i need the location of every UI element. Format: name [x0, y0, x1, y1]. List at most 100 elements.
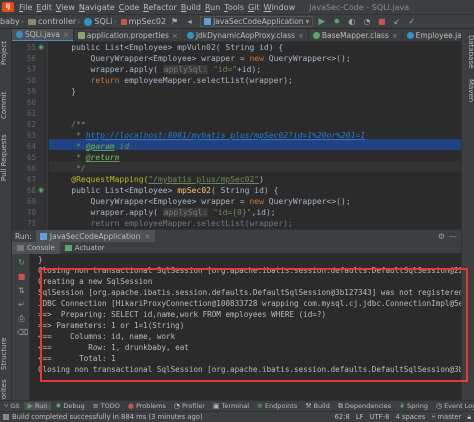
line-separator[interactable]: LF	[356, 413, 364, 421]
doc-url-link[interactable]: http://localhost:8081/mybatis_plus/mpSec…	[86, 131, 365, 140]
close-icon[interactable]: ×	[298, 32, 304, 40]
breadcrumb-sqli[interactable]: SQLi	[81, 17, 112, 26]
status-bar: Build completed successfully in 884 ms (…	[0, 411, 474, 422]
tool-endpoints[interactable]: ⊕ Endpoints	[253, 402, 301, 410]
rerun-icon[interactable]: ↻	[17, 258, 26, 267]
endpoint-gutter-icon[interactable]: ◉	[38, 186, 46, 194]
menu-git[interactable]: Git	[246, 3, 262, 12]
code-line-61: /**	[52, 120, 86, 129]
method-icon	[120, 18, 127, 25]
endpoint-gutter-icon[interactable]: ◉	[38, 43, 46, 51]
console-line: ==> Parameters: 1 or 1=1(String)	[38, 321, 185, 330]
debug-icon[interactable]: ✹	[330, 16, 343, 28]
stop-icon[interactable]: ■	[17, 272, 26, 281]
close-icon[interactable]: ×	[172, 32, 178, 40]
tab-employee-java[interactable]: Employee.java×	[403, 29, 461, 41]
maven-tool-tab[interactable]: Maven	[463, 79, 474, 109]
tab-basemapper-class[interactable]: BaseMapper.class ×	[309, 29, 403, 41]
tool-build[interactable]: ⚒ Build	[301, 402, 334, 410]
git-user-icon[interactable]: ⚑	[168, 16, 181, 28]
soft-wrap-icon[interactable]: ↵	[17, 300, 26, 309]
print-icon[interactable]: ⎙	[17, 314, 26, 323]
git-branch[interactable]: master	[437, 413, 461, 421]
run-icon: ▶	[27, 402, 33, 410]
coverage-icon[interactable]: ◐	[345, 16, 358, 28]
menu-code[interactable]: Code	[117, 3, 142, 12]
structure-tool-tab[interactable]: Structure	[0, 334, 12, 374]
tab-sqli-java[interactable]: SQLi.java ×	[12, 29, 74, 41]
editor-tab-bar: SQLi.java × application.properties × JdkDy…	[12, 29, 461, 42]
close-icon[interactable]: ×	[392, 32, 398, 40]
database-tool-tab[interactable]: Database	[463, 35, 474, 75]
class-file-icon	[186, 32, 194, 39]
menu-file[interactable]: File	[17, 3, 34, 12]
stop-icon[interactable]: ■	[375, 16, 388, 28]
status-message[interactable]: Build completed successfully in 884 ms (…	[12, 413, 203, 421]
menu-tools[interactable]: Tools	[222, 3, 246, 12]
line-number: 68	[26, 186, 36, 195]
tool-problems[interactable]: ● Problems	[124, 402, 170, 410]
code-line-59: }	[52, 87, 77, 96]
tool-dependencies[interactable]: ⧉ Dependencies	[334, 402, 395, 411]
run-configuration-select[interactable]: JavaSecCodeApplication ▾	[200, 16, 314, 27]
problems-icon: ●	[127, 402, 134, 410]
menu-edit[interactable]: Edit	[34, 3, 54, 12]
status-window-icon[interactable]	[3, 414, 9, 420]
tool-event-log[interactable]: ◷ Event Log	[432, 402, 474, 410]
tab-application-properties[interactable]: application.properties ×	[74, 29, 183, 41]
close-icon[interactable]: ×	[144, 232, 150, 241]
run-sub-tab-bar: Console Actuator	[12, 241, 461, 254]
back-arrow-icon[interactable]: ◂	[183, 16, 196, 28]
commit-tool-tab[interactable]: Commit	[0, 85, 12, 125]
close-icon[interactable]: ×	[63, 31, 69, 39]
breadcrumb-separator-icon: ›	[113, 17, 117, 26]
breadcrumb-mpsec02[interactable]: mpSec02	[118, 17, 166, 26]
project-tool-tab[interactable]: Project	[0, 33, 12, 73]
profile-icon[interactable]: ◔	[360, 16, 373, 28]
caret-position[interactable]: 62:8	[335, 413, 350, 421]
tab-jdkdynamicaopproxy-class[interactable]: JdkDynamicAopProxy.class ×	[183, 29, 309, 41]
menu-refactor[interactable]: Refactor	[141, 3, 179, 12]
tab-console[interactable]: Console	[12, 241, 60, 254]
code-editor[interactable]: 55 56 57 58 59 60 61 62 63 64 65 66 67 6…	[12, 42, 461, 229]
restore-layout-icon[interactable]: ⇅	[17, 286, 26, 295]
git-branch-icon: ⑂	[4, 402, 9, 410]
menu-window[interactable]: Window	[262, 3, 298, 12]
code-line-63: * @param id	[52, 142, 130, 151]
hammer-icon: ⚒	[305, 402, 312, 410]
menu-build[interactable]: Build	[179, 3, 203, 12]
git-update-icon[interactable]: ↙	[390, 16, 403, 28]
indent-setting[interactable]: 4 spaces	[395, 413, 425, 421]
file-encoding[interactable]: UTF-8	[370, 413, 390, 421]
parameter-hint: applySql:	[162, 65, 209, 74]
run-icon[interactable]: ▶	[315, 16, 328, 28]
lock-icon[interactable]: 🔒︎	[467, 413, 471, 422]
tab-actuator[interactable]: Actuator	[60, 242, 110, 254]
gear-icon[interactable]: ⚙	[438, 232, 445, 241]
tool-run[interactable]: ▶ Run	[23, 402, 52, 410]
tool-debug[interactable]: ✹ Debug	[51, 402, 88, 410]
tool-terminal[interactable]: ▣ Terminal	[209, 402, 253, 410]
breadcrumb-separator-icon: ›	[77, 17, 81, 26]
breadcrumb-controller[interactable]: controller	[25, 17, 76, 26]
breadcrumb-baby[interactable]: baby	[0, 17, 20, 26]
console-toolbar: ↻ ■ ⇅ ↵ ⎙ ⌫	[12, 254, 30, 409]
chevron-down-icon: ▾	[305, 17, 310, 26]
run-label: Run:	[15, 231, 32, 241]
console-line: <== Total: 1	[38, 354, 116, 363]
intellij-logo-icon: IJ	[2, 2, 14, 12]
tool-git[interactable]: ⑂ Git	[0, 402, 24, 410]
tool-spring[interactable]: ❦ Spring	[395, 402, 432, 410]
minimize-icon[interactable]: —	[449, 232, 457, 241]
menu-run[interactable]: Run	[203, 3, 222, 12]
pull-requests-tool-tab[interactable]: Pull Requests	[0, 127, 12, 189]
console-output[interactable]: } Closing non transactional SqlSession […	[30, 254, 461, 409]
git-commit-icon[interactable]: ✓	[405, 16, 418, 28]
line-number: 71	[26, 219, 36, 228]
menu-view[interactable]: View	[54, 3, 77, 12]
tool-profiler[interactable]: ◔ Profiler	[170, 402, 209, 410]
menu-navigate[interactable]: Navigate	[77, 3, 117, 12]
tool-todo[interactable]: ≡ TODO	[89, 402, 124, 410]
code-line-58: return employeeMapper.selectList(wrapper…	[90, 76, 293, 85]
clear-all-icon[interactable]: ⌫	[17, 328, 28, 337]
